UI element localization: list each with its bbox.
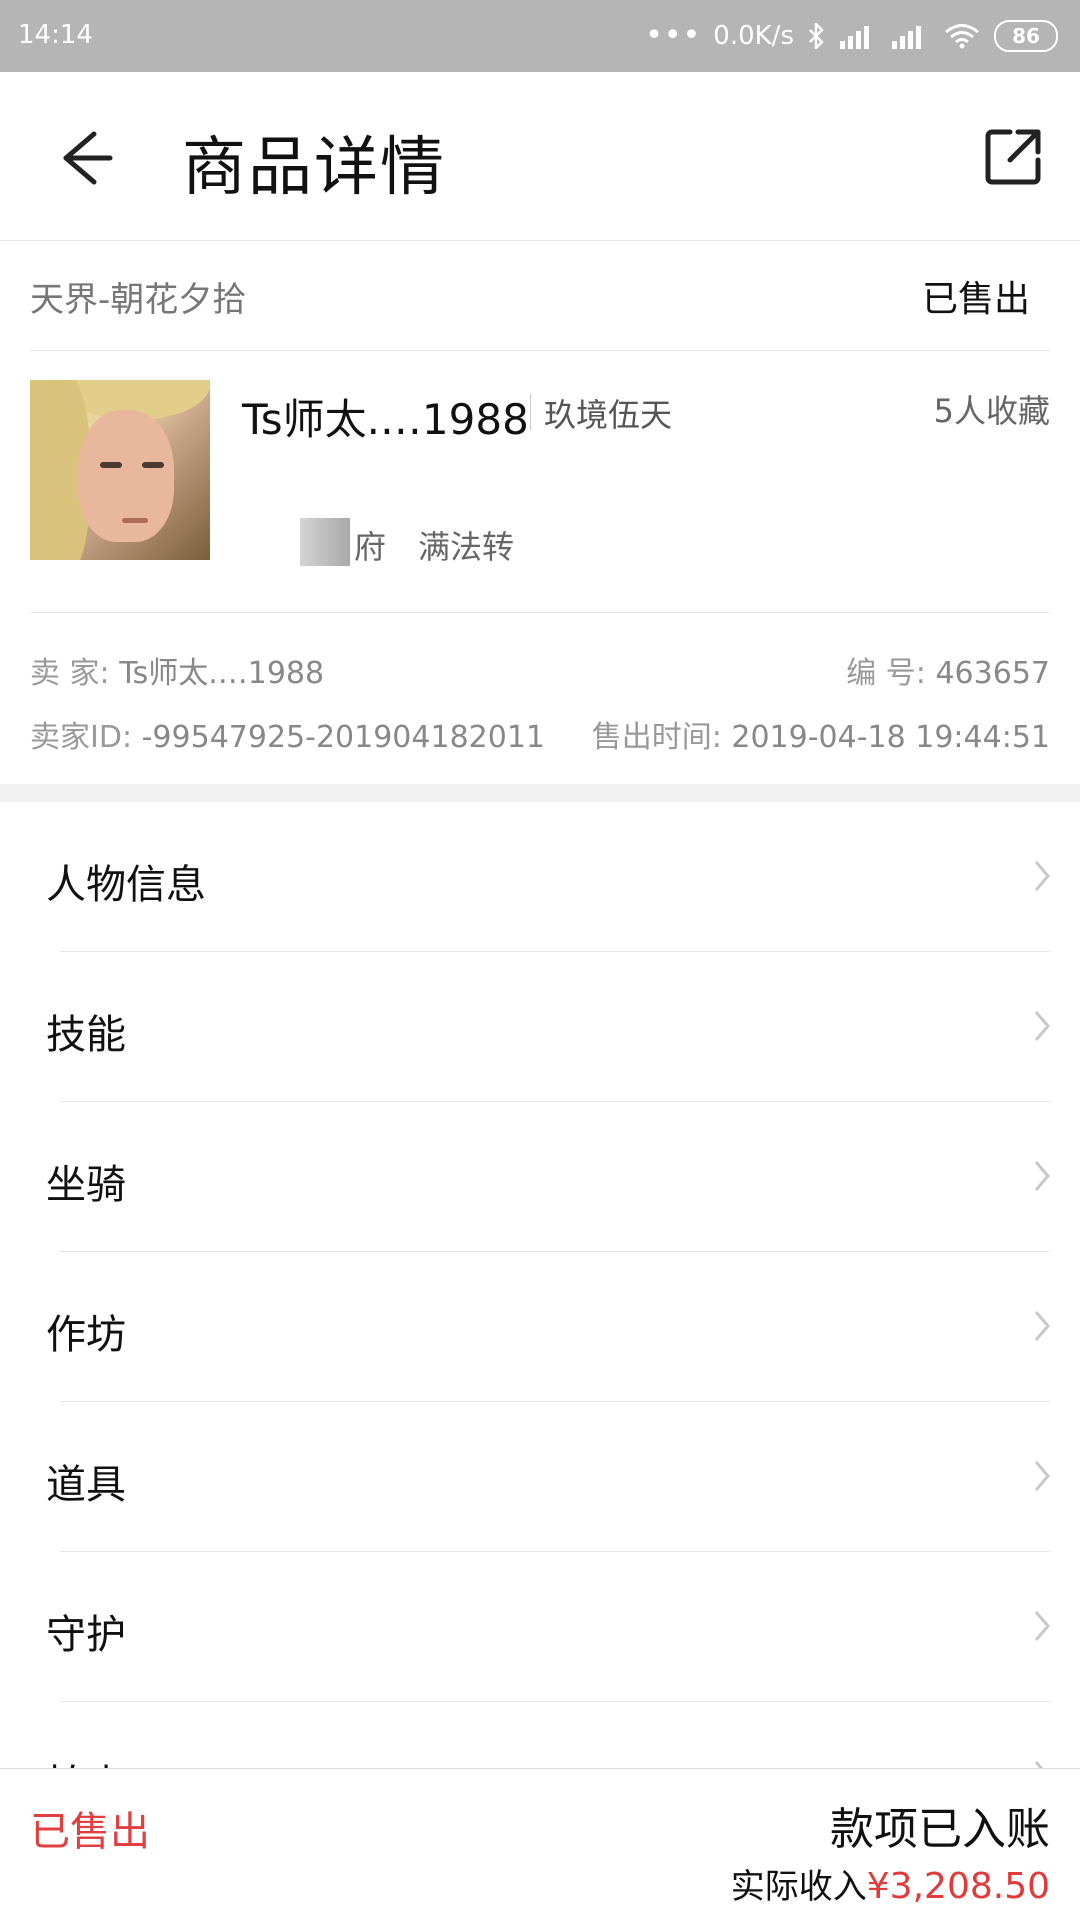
chevron-right-icon bbox=[1034, 1461, 1050, 1491]
menu-item-label: 坐骑 bbox=[46, 1162, 126, 1208]
character-school: 府 bbox=[354, 528, 387, 566]
bottom-sale-status: 已售出 bbox=[30, 1809, 150, 1855]
character-level: 玖境伍天 bbox=[544, 396, 673, 434]
menu-item-workshop[interactable]: 作坊 bbox=[0, 1252, 1080, 1402]
status-time: 14:14 bbox=[18, 20, 93, 50]
detail-menu: 人物信息 技能 坐骑 作坊 道具 守护 拍卖 bbox=[0, 802, 1080, 1852]
chevron-right-icon bbox=[1034, 1011, 1050, 1041]
character-summary[interactable]: Ts师太.…1988 玖境伍天 5人收藏 府 满法转 bbox=[30, 350, 1050, 613]
seller-label: 卖 家: bbox=[30, 656, 110, 691]
income-amount: ¥3,208.50 bbox=[866, 1866, 1050, 1907]
app-header: 商品详情 bbox=[0, 72, 1080, 241]
seller-id-row: 卖家ID: -99547925-201904182011 bbox=[30, 712, 545, 756]
signal-icon-2 bbox=[892, 26, 921, 49]
menu-item-items[interactable]: 道具 bbox=[0, 1402, 1080, 1552]
menu-item-guardians[interactable]: 守护 bbox=[0, 1552, 1080, 1702]
menu-item-mounts[interactable]: 坐骑 bbox=[0, 1102, 1080, 1252]
net-speed: 0.0K/s bbox=[713, 21, 794, 51]
server-name: 天界-朝花夕拾 bbox=[30, 280, 247, 320]
number-row: 编 号: 463657 bbox=[846, 648, 1050, 692]
sale-status: 已售出 bbox=[921, 279, 1030, 320]
character-rebirth: 满法转 bbox=[418, 528, 515, 566]
character-name: Ts师太.…1988 bbox=[242, 395, 529, 444]
payment-status: 款项已入账 bbox=[830, 1804, 1050, 1855]
favorites-count: 5人收藏 bbox=[933, 392, 1050, 430]
chevron-right-icon bbox=[1034, 1311, 1050, 1341]
signal-icon-1 bbox=[840, 26, 869, 49]
page-title: 商品详情 bbox=[182, 131, 446, 205]
battery-icon: 86 bbox=[994, 20, 1058, 52]
section-divider bbox=[0, 784, 1080, 802]
number-label: 编 号: bbox=[846, 656, 926, 691]
menu-item-label: 作坊 bbox=[46, 1312, 126, 1358]
income-row: 实际收入¥3,208.50 bbox=[731, 1859, 1050, 1908]
number-value: 463657 bbox=[935, 656, 1050, 691]
server-row: 天界-朝花夕拾 已售出 bbox=[30, 240, 1050, 351]
menu-item-character-info[interactable]: 人物信息 bbox=[0, 802, 1080, 952]
wifi-icon bbox=[945, 24, 979, 49]
sold-time-value: 2019-04-18 19:44:51 bbox=[731, 720, 1050, 755]
trade-info: 卖 家: Ts师太.…1988 编 号: 463657 卖家ID: -99547… bbox=[30, 612, 1050, 784]
school-icon bbox=[300, 518, 350, 566]
chevron-right-icon bbox=[1034, 1161, 1050, 1191]
share-icon[interactable] bbox=[982, 126, 1044, 188]
chevron-right-icon bbox=[1034, 861, 1050, 891]
bottom-bar: 已售出 款项已入账 实际收入¥3,208.50 bbox=[0, 1768, 1080, 1921]
sold-time-label: 售出时间: bbox=[591, 720, 722, 755]
seller-value: Ts师太.…1988 bbox=[119, 656, 325, 691]
menu-item-skills[interactable]: 技能 bbox=[0, 952, 1080, 1102]
chevron-right-icon bbox=[1034, 1611, 1050, 1641]
income-label: 实际收入 bbox=[730, 1867, 867, 1907]
menu-item-label: 守护 bbox=[46, 1612, 126, 1658]
back-arrow-icon[interactable] bbox=[44, 118, 124, 198]
seller-id-value: -99547925-201904182011 bbox=[141, 720, 545, 755]
bluetooth-icon bbox=[809, 23, 824, 49]
menu-item-label: 道具 bbox=[46, 1462, 126, 1508]
notification-dots: ••• bbox=[645, 18, 702, 53]
sold-time-row: 售出时间: 2019-04-18 19:44:51 bbox=[592, 712, 1050, 756]
menu-item-label: 人物信息 bbox=[46, 862, 206, 908]
status-icons: ••• 0.0K/s 86 bbox=[645, 14, 1058, 58]
menu-item-label: 技能 bbox=[46, 1012, 126, 1058]
seller-row: 卖 家: Ts师太.…1988 bbox=[30, 648, 324, 692]
divider bbox=[530, 394, 531, 430]
character-avatar bbox=[30, 380, 210, 560]
seller-id-label: 卖家ID: bbox=[30, 720, 133, 755]
status-bar: 14:14 ••• 0.0K/s 86 bbox=[0, 0, 1080, 72]
